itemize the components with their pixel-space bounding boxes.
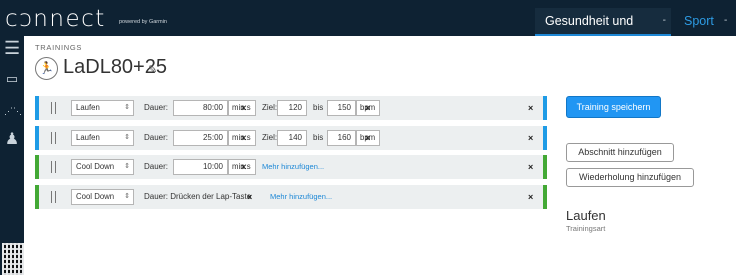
target-label: Ziel: <box>262 133 278 142</box>
menu-icon[interactable]: ☰ <box>4 39 20 57</box>
tab-sport[interactable]: Sport - <box>674 8 736 36</box>
add-more-link[interactable]: Mehr hinzufügen... <box>270 189 332 205</box>
drag-handle-icon[interactable] <box>51 132 56 144</box>
tab-health-fitness-label: Gesundheit und Fitness <box>545 14 634 54</box>
runner-icon: 🏃 <box>35 57 58 80</box>
duration-input[interactable]: 80:00 <box>173 100 228 116</box>
sidebar: ☰ ▭ ⋰⋱ ♟ <box>0 36 24 275</box>
clear-target-button[interactable]: × <box>365 100 370 116</box>
connect-logo[interactable]: cɔnnect <box>5 6 106 32</box>
tab-sport-label: Sport <box>684 14 714 28</box>
target-to-input[interactable]: 160 <box>327 130 356 146</box>
clear-duration-button[interactable]: × <box>247 189 252 205</box>
step-type-select[interactable]: Laufen ⇕ <box>71 100 134 116</box>
range-separator: bis <box>313 103 324 112</box>
duration-input[interactable]: 25:00 <box>173 130 228 146</box>
top-navigation: cɔnnect powered by Garmin Gesundheit und… <box>0 0 736 54</box>
add-step-button[interactable]: Abschnitt hinzufügen <box>566 143 674 162</box>
person-icon[interactable]: ♟ <box>4 132 20 148</box>
qr-code-icon <box>2 243 24 275</box>
select-arrow-icon: ⇕ <box>124 104 130 111</box>
remove-step-button[interactable]: × <box>528 159 533 175</box>
duration-label: Dauer: <box>144 103 169 112</box>
workout-step-2: Laufen ⇕ Dauer: 25:00 min:s × Ziel: 140 b… <box>35 126 547 150</box>
duration-input[interactable]: 10:00 <box>173 159 228 175</box>
section-label: TRAININGS <box>35 43 83 52</box>
logo-subtitle: powered by Garmin <box>119 19 167 25</box>
clear-duration-button[interactable]: × <box>241 100 246 116</box>
target-from-input[interactable]: 120 <box>277 100 307 116</box>
edit-icon[interactable]: ✎ <box>148 63 157 76</box>
step-type-select[interactable]: Laufen ⇕ <box>71 130 134 146</box>
step-type-select[interactable]: Cool Down ⇕ <box>71 159 134 175</box>
clear-target-button[interactable]: × <box>365 130 370 146</box>
clear-duration-button[interactable]: × <box>241 130 246 146</box>
remove-step-button[interactable]: × <box>528 189 533 205</box>
duration-label: Dauer: <box>144 133 169 142</box>
link-icon[interactable]: ⋰⋱ <box>4 104 22 118</box>
workout-sport-label: Trainingsart <box>566 224 606 233</box>
remove-step-button[interactable]: × <box>528 130 533 146</box>
drag-handle-icon[interactable] <box>51 191 56 203</box>
select-arrow-icon: ⇕ <box>124 193 130 200</box>
add-more-link[interactable]: Mehr hinzufügen... <box>262 159 324 175</box>
select-arrow-icon: ⇕ <box>124 134 130 141</box>
step-type-select[interactable]: Cool Down ⇕ <box>71 189 134 205</box>
remove-step-button[interactable]: × <box>528 100 533 116</box>
target-to-input[interactable]: 150 <box>327 100 356 116</box>
workout-step-1: Laufen ⇕ Dauer: 80:00 min:s × Ziel: 120 b… <box>35 96 547 120</box>
clear-duration-button[interactable]: × <box>241 159 246 175</box>
workout-step-4: Cool Down ⇕ Dauer: Drücken der Lap-Taste … <box>35 185 547 209</box>
save-workout-button[interactable]: Training speichern <box>566 96 661 118</box>
workout-step-3: Cool Down ⇕ Dauer: 10:00 min:s × Mehr hin… <box>35 155 547 179</box>
range-separator: bis <box>313 133 324 142</box>
tab-sport-dropdown[interactable]: - <box>724 8 727 34</box>
target-from-input[interactable]: 140 <box>277 130 307 146</box>
inbox-icon[interactable]: ▭ <box>4 72 20 86</box>
tab-health-fitness[interactable]: Gesundheit und Fitness - <box>535 8 671 54</box>
drag-handle-icon[interactable] <box>51 161 56 173</box>
target-label: Ziel: <box>262 103 278 112</box>
workout-sport: Laufen <box>566 208 606 223</box>
drag-handle-icon[interactable] <box>51 102 56 114</box>
duration-text: Dauer: Drücken der Lap-Taste <box>144 192 252 201</box>
add-repeat-button[interactable]: Wiederholung hinzufügen <box>566 168 694 187</box>
duration-label: Dauer: <box>144 162 169 171</box>
select-arrow-icon: ⇕ <box>124 163 130 170</box>
tab-health-fitness-dropdown[interactable]: - <box>663 8 666 34</box>
